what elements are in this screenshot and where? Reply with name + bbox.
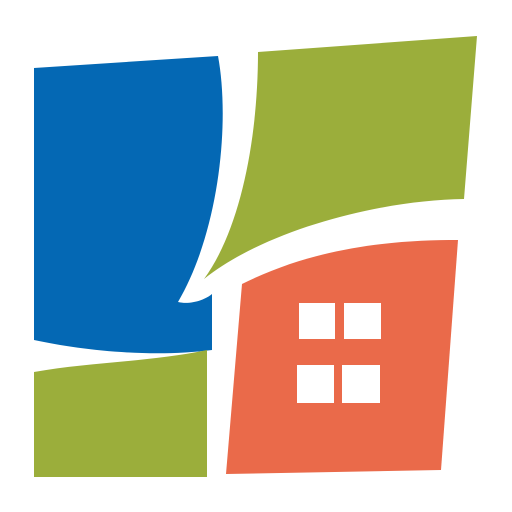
window-pane-top-left — [299, 303, 335, 339]
orange-house-shape — [226, 240, 458, 474]
green-lower-pane-shape — [34, 350, 207, 477]
blue-pane-shape — [34, 56, 223, 354]
logo-canvas — [0, 0, 512, 512]
window-pane-bottom-left — [297, 365, 334, 403]
window-pane-top-right — [344, 303, 381, 339]
window-pane-bottom-right — [342, 365, 380, 403]
house-windows-logo — [34, 36, 477, 477]
